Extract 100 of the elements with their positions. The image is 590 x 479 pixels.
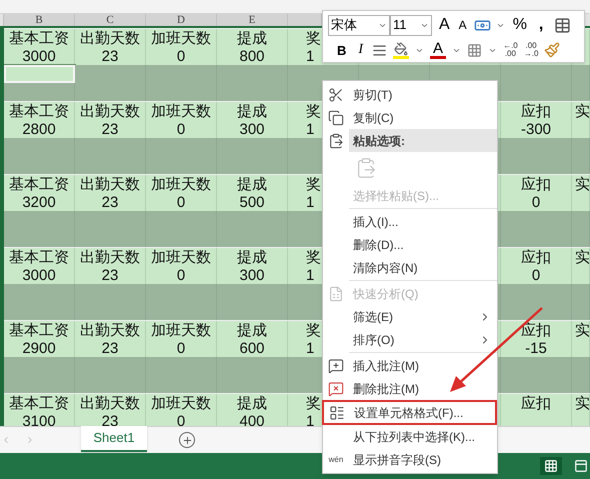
- table-cell: [217, 156, 288, 174]
- table-cell: [146, 302, 217, 320]
- column-header[interactable]: E: [217, 14, 288, 26]
- table-cell: 加班天数: [146, 29, 217, 47]
- add-sheet-icon[interactable]: [179, 432, 195, 448]
- decrease-decimal-button[interactable]: .00 →.0: [524, 42, 538, 58]
- table-cell: [75, 357, 146, 375]
- grid-view-icon[interactable]: [544, 459, 558, 473]
- font-color-button[interactable]: A: [430, 41, 446, 59]
- table-cell: 加班天数: [146, 248, 217, 266]
- table-cell: [4, 302, 75, 320]
- table-cell: 23: [75, 412, 146, 426]
- table-cell: [217, 375, 288, 393]
- table-cell: [146, 138, 217, 156]
- table-cell: [217, 229, 288, 247]
- table-cell: 3000: [4, 266, 75, 284]
- table-cell[interactable]: [4, 65, 75, 83]
- shrink-font-button[interactable]: A: [456, 19, 469, 31]
- table-cell: [501, 211, 572, 229]
- table-cell: 600: [217, 339, 288, 357]
- grow-font-button[interactable]: A: [437, 17, 452, 33]
- table-cell: [501, 412, 572, 426]
- table-cell: [501, 138, 572, 156]
- table-cell: [146, 229, 217, 247]
- table-cell: [501, 156, 572, 174]
- table-cell: 0: [501, 266, 572, 284]
- table-cell: [75, 83, 146, 101]
- table-cell: 提成: [217, 394, 288, 412]
- border-icon[interactable]: [467, 42, 482, 58]
- table-cell: [501, 302, 572, 320]
- table-cell: 加班天数: [146, 102, 217, 120]
- menu-item[interactable]: 插入批注(M): [323, 354, 497, 377]
- table-cell: -15: [501, 339, 572, 357]
- table-cell: 500: [217, 193, 288, 211]
- column-header[interactable]: C: [75, 14, 146, 26]
- table-cell: [75, 211, 146, 229]
- table-cell: [501, 284, 572, 302]
- table-cell: 出勤天数: [75, 321, 146, 339]
- page-layout-icon[interactable]: [574, 459, 588, 473]
- table-cell: 加班天数: [146, 175, 217, 193]
- table-cell: [75, 156, 146, 174]
- table-cell: [572, 83, 590, 101]
- table-cell: 加班天数: [146, 394, 217, 412]
- table-cell: 应扣: [501, 394, 572, 412]
- paintbrush-icon[interactable]: [544, 42, 560, 58]
- paste-icon[interactable]: [355, 157, 377, 179]
- table-cell: [572, 339, 590, 357]
- table-cell: 提成: [217, 175, 288, 193]
- table-cell: [572, 193, 590, 211]
- sheet-tab[interactable]: Sheet1: [81, 426, 147, 452]
- table-cell: [217, 83, 288, 101]
- table-cell: [217, 65, 288, 83]
- table-cell: 出勤天数: [75, 175, 146, 193]
- percent-button[interactable]: %: [510, 17, 530, 33]
- table-cell: 提成: [217, 321, 288, 339]
- table-cell: 2800: [4, 120, 75, 138]
- table-cell: 23: [75, 47, 146, 65]
- table-cell: [501, 65, 572, 83]
- table-cell: [75, 138, 146, 156]
- table-cell: [75, 229, 146, 247]
- copy-icon: [328, 110, 344, 126]
- table-cell: [4, 156, 75, 174]
- menu-item[interactable]: 插入(I)...: [323, 210, 497, 233]
- table-cell: 基本工资: [4, 29, 75, 47]
- table-cell: 实: [572, 175, 590, 193]
- table-cell: [4, 357, 75, 375]
- table-cell: [572, 120, 590, 138]
- table-cell: 0: [146, 47, 217, 65]
- table-cell: 2900: [4, 339, 75, 357]
- table-cell: 300: [217, 266, 288, 284]
- table-cell: 出勤天数: [75, 102, 146, 120]
- table-cell: [217, 302, 288, 320]
- menu-item[interactable]: wén 显示拼音字段(S): [323, 448, 497, 471]
- menu-item[interactable]: 设置单元格格式(F)...: [322, 400, 497, 425]
- increase-decimal-button[interactable]: ←.0 .00: [503, 42, 518, 58]
- font-name-field[interactable]: 宋体: [328, 14, 390, 36]
- table-cell: 出勤天数: [75, 394, 146, 412]
- table-cell: [75, 65, 146, 83]
- table-cell: [4, 284, 75, 302]
- table-cell: 基本工资: [4, 248, 75, 266]
- table-cell: [217, 357, 288, 375]
- menu-item[interactable]: 从下拉列表中选择(K)...: [323, 425, 497, 448]
- table-cell: 出勤天数: [75, 248, 146, 266]
- table-cell: [75, 375, 146, 393]
- font-size-field[interactable]: 11: [390, 14, 432, 36]
- table-cell: 实: [572, 102, 590, 120]
- align-icon[interactable]: [372, 42, 388, 58]
- table-cell: 实: [572, 321, 590, 339]
- table-cell: [572, 65, 590, 83]
- column-header[interactable]: D: [146, 14, 217, 26]
- table-cell: [4, 211, 75, 229]
- fill-color-icon[interactable]: [393, 42, 410, 58]
- table-cell: [501, 229, 572, 247]
- table-cell: 800: [217, 47, 288, 65]
- comma-button[interactable]: ,: [534, 17, 548, 33]
- table-cell: [501, 357, 572, 375]
- table-icon[interactable]: [554, 16, 572, 34]
- table-cell: 基本工资: [4, 175, 75, 193]
- column-header[interactable]: B: [4, 14, 75, 26]
- table-cell: [217, 138, 288, 156]
